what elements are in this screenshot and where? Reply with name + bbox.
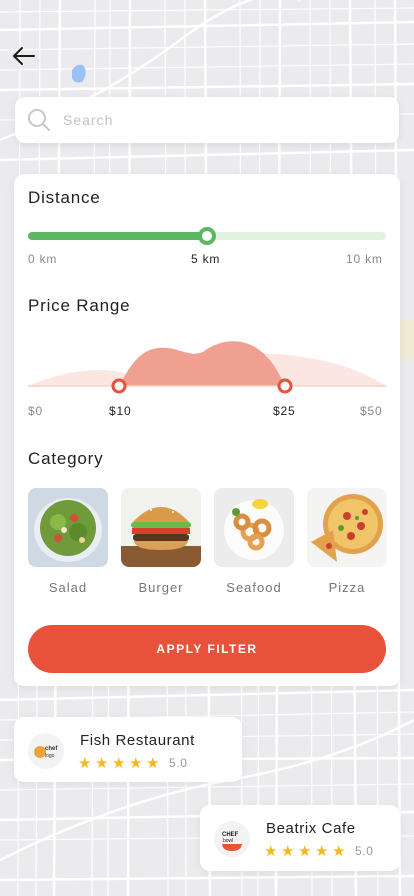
filter-panel: Distance 0 km 5 km 10 km Price Range $0 … <box>14 174 400 686</box>
distance-min-label: 0 km <box>28 252 58 266</box>
star-icon: ★ <box>112 755 126 772</box>
price-max-label: $50 <box>360 404 383 418</box>
star-rating: ★ ★ ★ ★ ★ 5.0 <box>78 754 187 772</box>
star-icon: ★ <box>332 843 346 860</box>
restaurant-logo: CHEF bowl <box>214 821 250 857</box>
price-min-label: $0 <box>28 404 43 418</box>
seafood-image <box>214 488 294 567</box>
restaurant-card-beatrix[interactable]: CHEF bowl Beatrix Cafe ★ ★ ★ ★ ★ 5.0 <box>200 805 400 871</box>
star-icon: ★ <box>146 755 160 772</box>
burger-image <box>121 488 201 567</box>
category-label: Burger <box>138 580 184 595</box>
distance-max-label: 10 km <box>346 252 383 266</box>
price-distribution-area <box>119 341 285 386</box>
back-button[interactable] <box>8 40 40 72</box>
star-icon: ★ <box>315 843 329 860</box>
category-burger[interactable]: Burger <box>121 488 201 595</box>
price-low-label: $10 <box>109 404 132 418</box>
category-label: Salad <box>48 580 88 595</box>
distance-title: Distance <box>28 188 101 207</box>
restaurant-card-fish[interactable]: chef logo Fish Restaurant ★ ★ ★ ★ ★ 5.0 <box>14 717 242 782</box>
category-title: Category <box>28 449 104 468</box>
price-high-label: $25 <box>273 404 296 418</box>
search-bar[interactable] <box>15 97 399 143</box>
restaurant-name: Beatrix Cafe <box>266 820 356 837</box>
distance-slider[interactable] <box>28 227 386 245</box>
pizza-image <box>307 488 387 567</box>
star-icon: ★ <box>129 755 143 772</box>
restaurant-name: Fish Restaurant <box>80 732 195 749</box>
search-input[interactable] <box>63 112 363 128</box>
category-pizza[interactable]: Pizza <box>307 488 387 595</box>
search-icon <box>28 109 50 131</box>
star-rating: ★ ★ ★ ★ ★ 5.0 <box>264 842 373 860</box>
star-icon: ★ <box>95 755 109 772</box>
category-label: Pizza <box>328 580 366 595</box>
star-icon: ★ <box>264 843 278 860</box>
distance-slider-knob[interactable] <box>198 227 216 245</box>
price-min-knob[interactable] <box>111 378 127 394</box>
distance-value-label: 5 km <box>191 252 221 266</box>
salad-image <box>28 488 108 567</box>
rating-value: 5.0 <box>355 844 374 858</box>
category-salad[interactable]: Salad <box>28 488 108 595</box>
price-max-knob[interactable] <box>277 378 293 394</box>
apply-filter-button[interactable]: APPLY FILTER <box>28 625 386 673</box>
rating-value: 5.0 <box>169 756 188 770</box>
restaurant-logo-text: logo <box>45 753 55 759</box>
star-icon: ★ <box>298 843 312 860</box>
star-icon: ★ <box>281 843 295 860</box>
restaurant-logo: chef logo <box>28 733 64 769</box>
category-seafood[interactable]: Seafood <box>214 488 294 595</box>
distance-slider-fill <box>28 232 207 240</box>
restaurant-logo-text: chef <box>45 746 58 752</box>
category-label: Seafood <box>226 580 282 595</box>
price-range-title: Price Range <box>28 296 131 315</box>
star-icon: ★ <box>78 755 92 772</box>
price-range-slider[interactable] <box>28 330 386 396</box>
arrow-left-icon <box>13 47 35 65</box>
restaurant-logo-text: bowl <box>223 838 233 844</box>
